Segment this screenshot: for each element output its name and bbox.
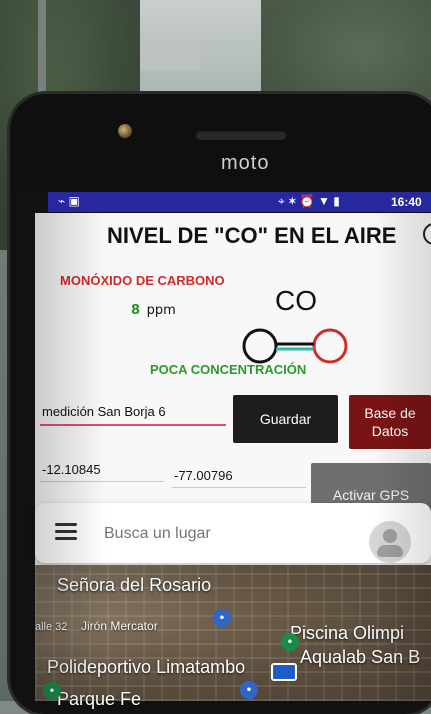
gas-name: MONÓXIDO DE CARBONO [60,273,225,288]
map-view[interactable]: Señora del Rosario alle 32 Jirón Mercato… [35,565,431,709]
map-label-piscina-olimpi: Piscina Olimpi [290,623,405,643]
map-pin-icon[interactable]: • [43,682,61,700]
status-left-icons: ⌁ ▣ [58,194,80,208]
front-camera [118,124,132,138]
map-label-parque-fe: Parque Fe [57,689,142,709]
status-bar: ⌁ ▣ ⌖ ✶ ⏰ ▼ ▮ 16:40 [48,192,431,212]
co-molecule-icon [242,328,348,364]
ppm-reading: 8 ppm [131,303,176,318]
map-pin-icon[interactable]: • [240,681,258,699]
app-title: NIVEL DE "CO" EN EL AIRE [107,223,397,248]
app-screen: NIVEL DE "CO" EN EL AIRE × MONÓXIDO DE C… [35,213,431,709]
brand-logo: moto [221,152,270,174]
database-button[interactable]: Base de Datos [349,395,431,449]
close-icon[interactable]: × [423,223,431,245]
map-marker-icon[interactable] [271,663,297,681]
map-label-calle-32: alle 32 [35,621,68,633]
map-label-senora-del-rosario: Señora del Rosario [57,575,212,595]
ppm-unit: ppm [146,303,176,318]
save-button[interactable]: Guardar [233,395,338,443]
longitude-field[interactable] [172,463,306,488]
map-label-jiron-mercator: Jirón Mercator [81,619,158,633]
map-pin-icon[interactable]: • [213,609,231,627]
map-label-aqualab: Aqualab San B [300,647,421,667]
earpiece-speaker [195,130,287,140]
map-label-polideportivo-limatambo: Polideportivo Limatambo [47,657,246,677]
status-time: 16:40 [391,195,422,209]
phone-top-bezel: moto [10,94,431,190]
latitude-field[interactable] [40,457,164,482]
database-button-line2: Datos [371,423,409,439]
database-button-line1: Base de [364,405,416,421]
map-pin-icon[interactable]: • [281,633,299,651]
ppm-value: 8 [131,303,141,318]
avatar-icon[interactable] [369,521,411,563]
measurement-name-input[interactable] [40,398,226,426]
background-sign [140,40,200,70]
concentration-status: POCA CONCENTRACIÓN [150,362,307,377]
status-right-icons: ⌖ ✶ ⏰ ▼ ▮ [278,194,340,208]
place-search-input[interactable] [102,519,366,549]
gas-symbol: CO [275,285,317,316]
menu-icon[interactable] [55,523,77,541]
place-search-bar [35,503,431,563]
